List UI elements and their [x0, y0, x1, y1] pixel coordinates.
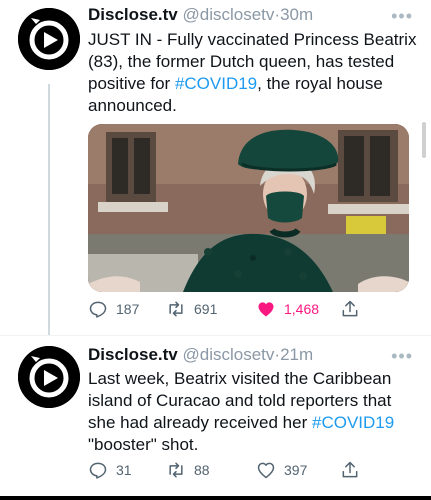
tweet-actions: 31 88 397	[88, 458, 418, 482]
tweet-text-part: "booster" shot.	[88, 435, 199, 454]
reply-count: 31	[116, 462, 132, 478]
handle[interactable]: @disclosetv	[183, 345, 275, 364]
more-dots-icon[interactable]: •••	[391, 7, 413, 25]
heart-icon[interactable]	[256, 460, 276, 480]
reply-count: 187	[116, 301, 140, 317]
photo-princess-green-hat-mask	[88, 124, 409, 292]
timestamp[interactable]: 30m	[280, 5, 313, 24]
tweet-actions: 187 691 1,468	[88, 297, 418, 321]
like-count: 1,468	[284, 301, 320, 317]
heart-icon[interactable]	[256, 299, 276, 319]
hashtag-link[interactable]: #COVID19	[175, 74, 257, 93]
hashtag-link[interactable]: #COVID19	[312, 413, 394, 432]
like-count: 397	[284, 462, 308, 478]
timestamp[interactable]: 21m	[280, 345, 313, 364]
like-action[interactable]: 1,468	[256, 297, 319, 321]
handle[interactable]: @disclosetv	[183, 5, 275, 24]
like-action[interactable]: 397	[256, 458, 307, 482]
tweet-photo[interactable]	[88, 124, 409, 292]
retweet-action[interactable]: 88	[166, 458, 210, 482]
retweet-icon[interactable]	[166, 460, 186, 480]
reply-action[interactable]: 31	[88, 458, 132, 482]
more-dots-icon[interactable]: •••	[391, 347, 413, 365]
avatar-disclosetv-logo-icon[interactable]	[18, 8, 80, 70]
retweet-count: 88	[194, 462, 210, 478]
thread-connector-line	[48, 84, 50, 336]
share-icon[interactable]	[340, 299, 360, 319]
display-name[interactable]: Disclose.tv	[88, 345, 178, 364]
share-action[interactable]	[340, 297, 360, 321]
tweet-header: Disclose.tv @disclosetv·21m	[88, 345, 313, 365]
reply-bubble-icon[interactable]	[88, 460, 108, 480]
avatar-disclosetv-logo-icon[interactable]	[18, 346, 80, 408]
tweet-header: Disclose.tv @disclosetv·30m	[88, 5, 313, 25]
reply-bubble-icon[interactable]	[88, 299, 108, 319]
retweet-count: 691	[194, 301, 218, 317]
display-name[interactable]: Disclose.tv	[88, 5, 178, 24]
tweet-text: JUST IN - Fully vaccinated Princess Beat…	[88, 29, 418, 117]
share-icon[interactable]	[340, 460, 360, 480]
tweet-divider	[0, 335, 431, 336]
scrollbar[interactable]	[422, 122, 426, 158]
share-action[interactable]	[340, 458, 360, 482]
reply-action[interactable]: 187	[88, 297, 139, 321]
bottom-edge-bar	[0, 496, 431, 500]
tweet-text: Last week, Beatrix visited the Caribbean…	[88, 368, 418, 456]
retweet-icon[interactable]	[166, 299, 186, 319]
retweet-action[interactable]: 691	[166, 297, 217, 321]
